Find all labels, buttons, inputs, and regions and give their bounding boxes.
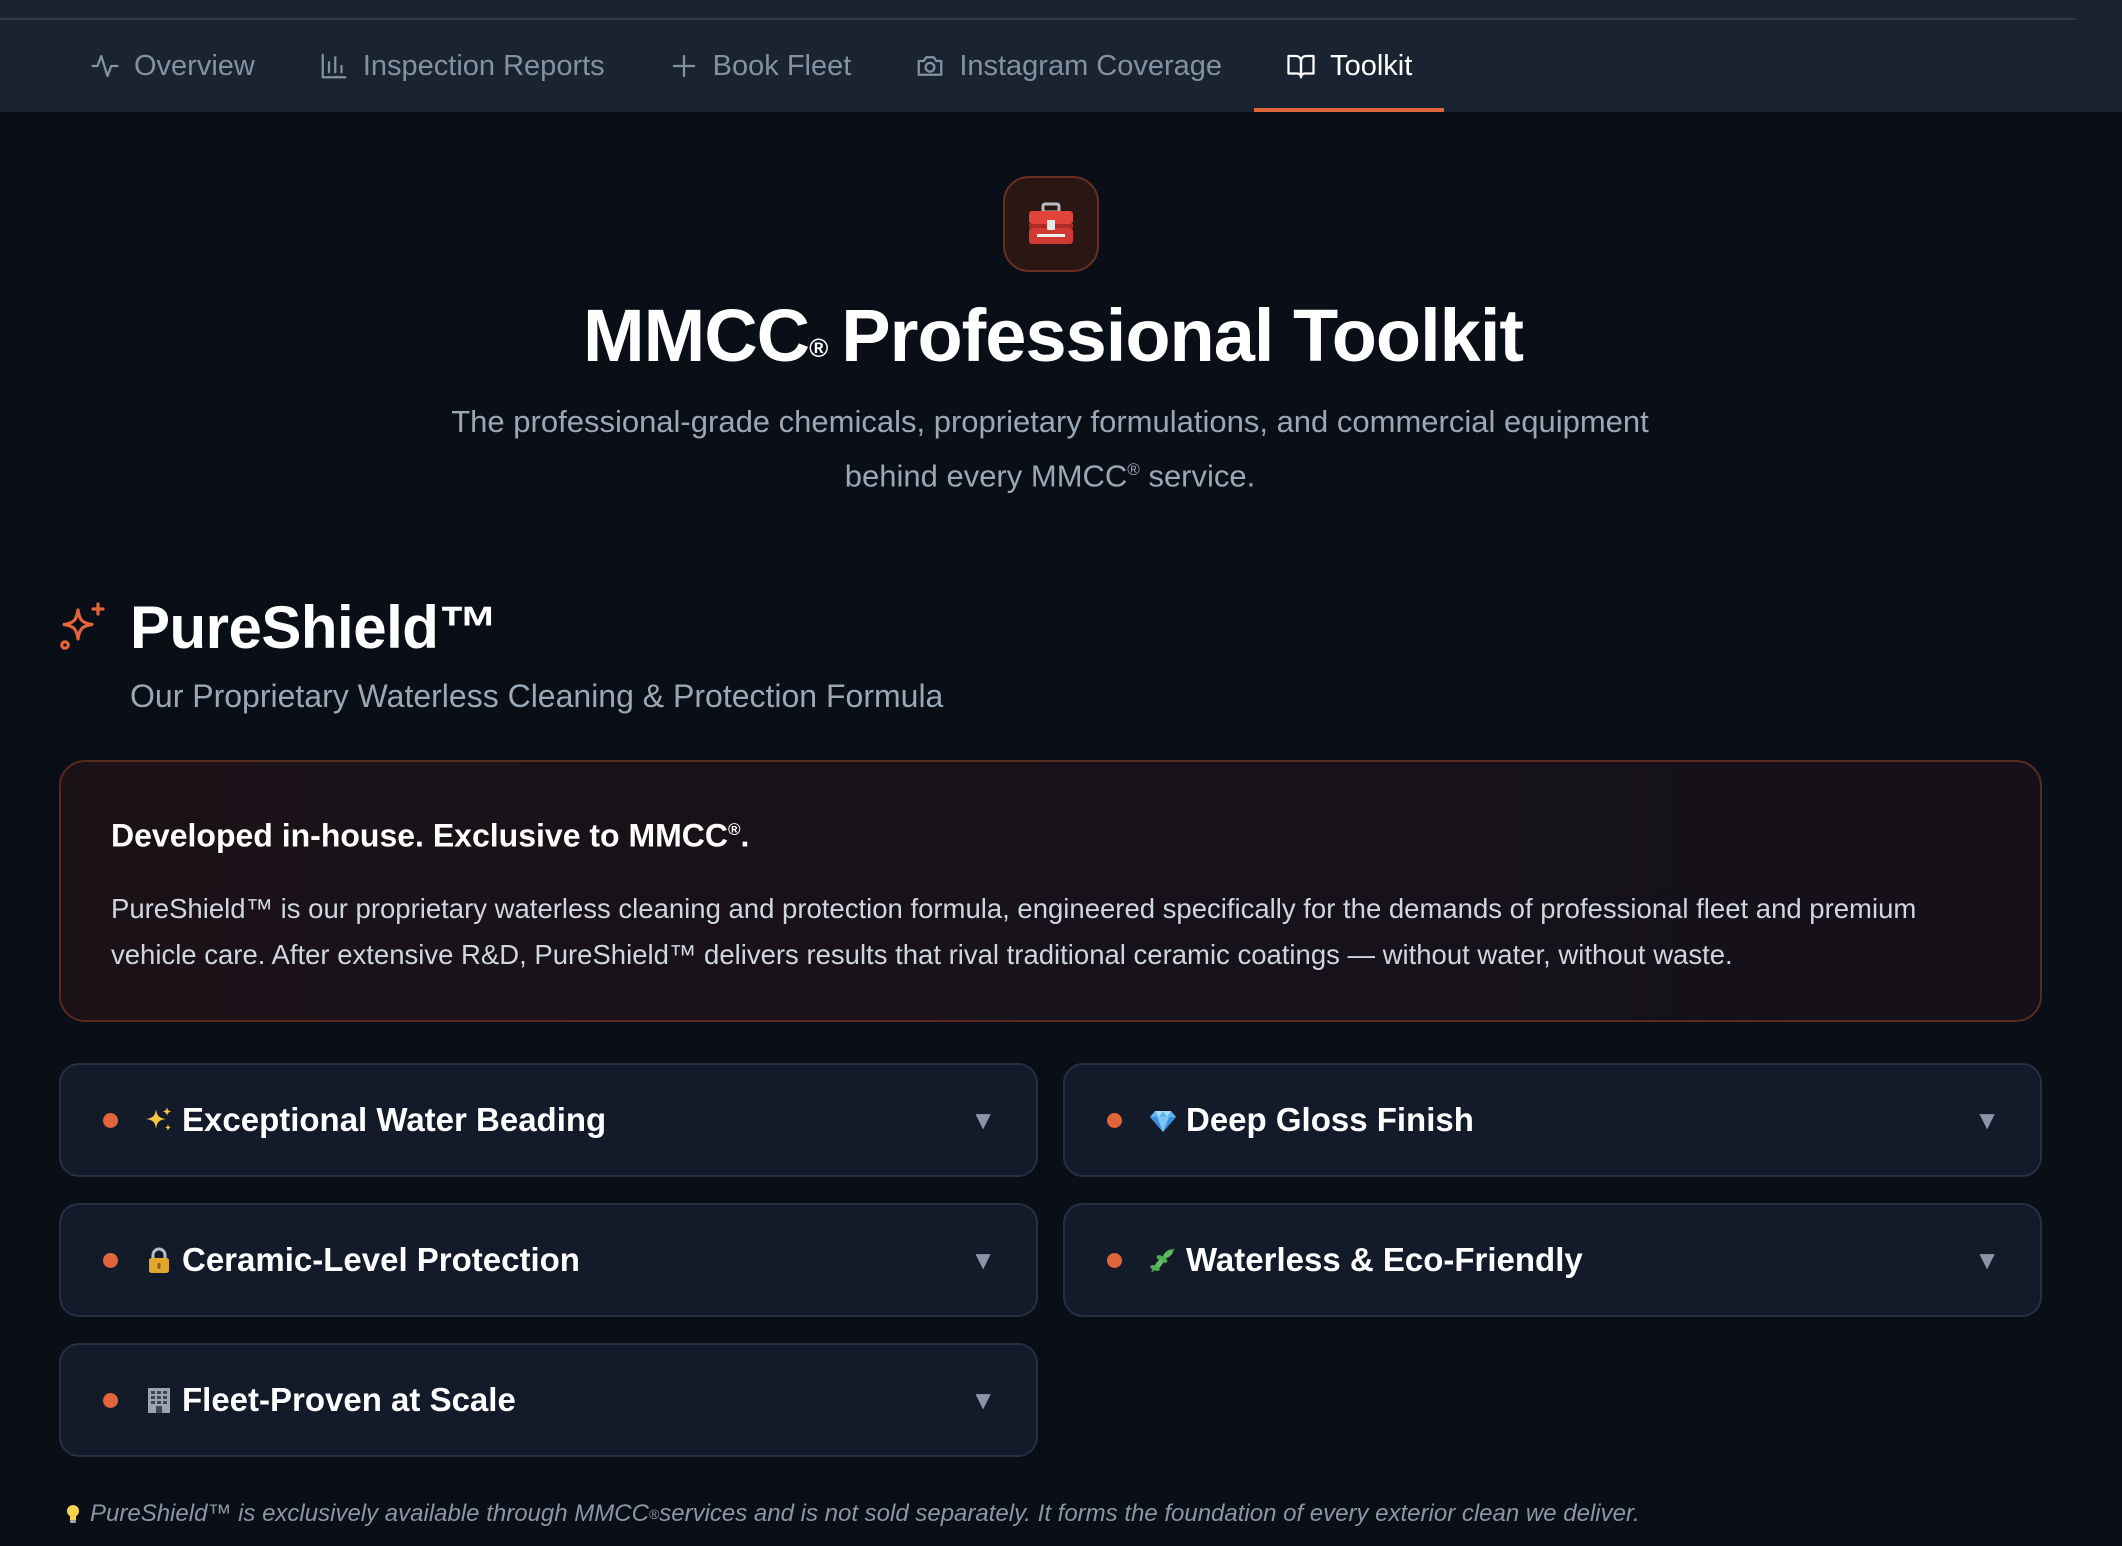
registered-mark: ® bbox=[809, 333, 828, 363]
feature-label: Exceptional Water Beading bbox=[182, 1101, 607, 1138]
chevron-down-icon: ▼ bbox=[970, 1384, 996, 1415]
footnote: PureShield™ is exclusively available thr… bbox=[62, 1496, 1640, 1532]
feature-label: Fleet-Proven at Scale bbox=[182, 1381, 516, 1418]
feature-label: Deep Gloss Finish bbox=[1186, 1101, 1474, 1138]
tab-overview[interactable]: Overview bbox=[58, 20, 287, 112]
bullet-dot bbox=[1107, 1252, 1122, 1268]
bullet-dot bbox=[1107, 1112, 1122, 1128]
subtitle-line-2-end: service. bbox=[1139, 458, 1256, 494]
section-title: PureShield™ bbox=[130, 594, 498, 661]
tab-inspection-reports[interactable]: Inspection Reports bbox=[287, 20, 637, 112]
office-building-emoji-icon bbox=[142, 1383, 176, 1417]
feature-label: Ceramic-Level Protection bbox=[182, 1241, 580, 1278]
tab-label: Overview bbox=[134, 49, 255, 82]
intro-heading: Developed in-house. Exclusive to MMCC®. bbox=[111, 808, 1990, 858]
sparkles-emoji-icon bbox=[142, 1103, 176, 1137]
bullet-dot bbox=[103, 1252, 118, 1268]
title-rest: Professional Toolkit bbox=[841, 294, 1524, 377]
feature-accordion-water-beading[interactable]: Exceptional Water Beading ▼ bbox=[59, 1063, 1038, 1177]
leaf-emoji-icon bbox=[1146, 1243, 1180, 1277]
section-subtitle: Our Proprietary Waterless Cleaning & Pro… bbox=[130, 678, 944, 714]
intro-body: PureShield™ is our proprietary waterless… bbox=[111, 892, 1917, 970]
chevron-down-icon: ▼ bbox=[1974, 1104, 2000, 1135]
feature-accordion-deep-gloss[interactable]: Deep Gloss Finish ▼ bbox=[1063, 1063, 2042, 1177]
intro-card: Developed in-house. Exclusive to MMCC®. … bbox=[59, 760, 2042, 1022]
lightbulb-icon bbox=[67, 1505, 79, 1523]
chevron-down-icon: ▼ bbox=[970, 1104, 996, 1135]
bullet-dot bbox=[103, 1112, 118, 1128]
tab-toolkit[interactable]: Toolkit bbox=[1254, 20, 1445, 112]
top-navigation: Overview Inspection Reports Book Fleet I… bbox=[0, 0, 2122, 112]
book-open-icon bbox=[1286, 51, 1316, 81]
feature-accordion-ceramic-protection[interactable]: Ceramic-Level Protection ▼ bbox=[59, 1203, 1038, 1317]
tab-instagram-coverage[interactable]: Instagram Coverage bbox=[883, 20, 1254, 112]
feature-accordion-waterless-eco[interactable]: Waterless & Eco-Friendly ▼ bbox=[1063, 1203, 2042, 1317]
tab-book-fleet[interactable]: Book Fleet bbox=[637, 20, 884, 112]
tab-label: Instagram Coverage bbox=[959, 49, 1223, 82]
feature-accordion-fleet-proven[interactable]: Fleet-Proven at Scale ▼ bbox=[59, 1343, 1038, 1457]
subtitle-line-2: behind every MMCC bbox=[844, 458, 1128, 494]
bullet-dot bbox=[103, 1392, 118, 1408]
intro-heading-text: Developed in-house. Exclusive to MMCC bbox=[111, 817, 728, 854]
subtitle-line-1: The professional-grade chemicals, propri… bbox=[451, 404, 1649, 439]
registered-mark: ® bbox=[1127, 460, 1140, 479]
registered-mark: ® bbox=[728, 820, 741, 839]
intro-heading-end: . bbox=[740, 817, 750, 854]
camera-icon bbox=[915, 51, 945, 81]
bar-chart-icon bbox=[319, 51, 349, 81]
activity-icon bbox=[90, 51, 120, 81]
tab-list: Overview Inspection Reports Book Fleet I… bbox=[58, 20, 1445, 112]
page-title: MMCC® Professional Toolkit bbox=[0, 288, 2106, 384]
toolbox-icon bbox=[1003, 176, 1099, 272]
footnote-text: PureShield™ is exclusively available thr… bbox=[90, 1500, 649, 1527]
tab-label: Book Fleet bbox=[712, 49, 852, 82]
registered-mark: ® bbox=[648, 1506, 660, 1522]
page-subtitle: The professional-grade chemicals, propri… bbox=[380, 398, 1720, 500]
chevron-down-icon: ▼ bbox=[1974, 1244, 2000, 1275]
brand-name: MMCC bbox=[582, 294, 810, 377]
gem-emoji-icon bbox=[1146, 1103, 1180, 1137]
footnote-text-end: services and is not sold separately. It … bbox=[659, 1500, 1640, 1527]
feature-label: Waterless & Eco-Friendly bbox=[1186, 1241, 1583, 1278]
chevron-down-icon: ▼ bbox=[970, 1244, 996, 1275]
tab-label: Inspection Reports bbox=[362, 49, 605, 82]
sparkles-icon bbox=[56, 600, 110, 654]
plus-icon bbox=[669, 51, 699, 81]
tab-label: Toolkit bbox=[1330, 49, 1413, 82]
lock-emoji-icon bbox=[142, 1243, 176, 1277]
